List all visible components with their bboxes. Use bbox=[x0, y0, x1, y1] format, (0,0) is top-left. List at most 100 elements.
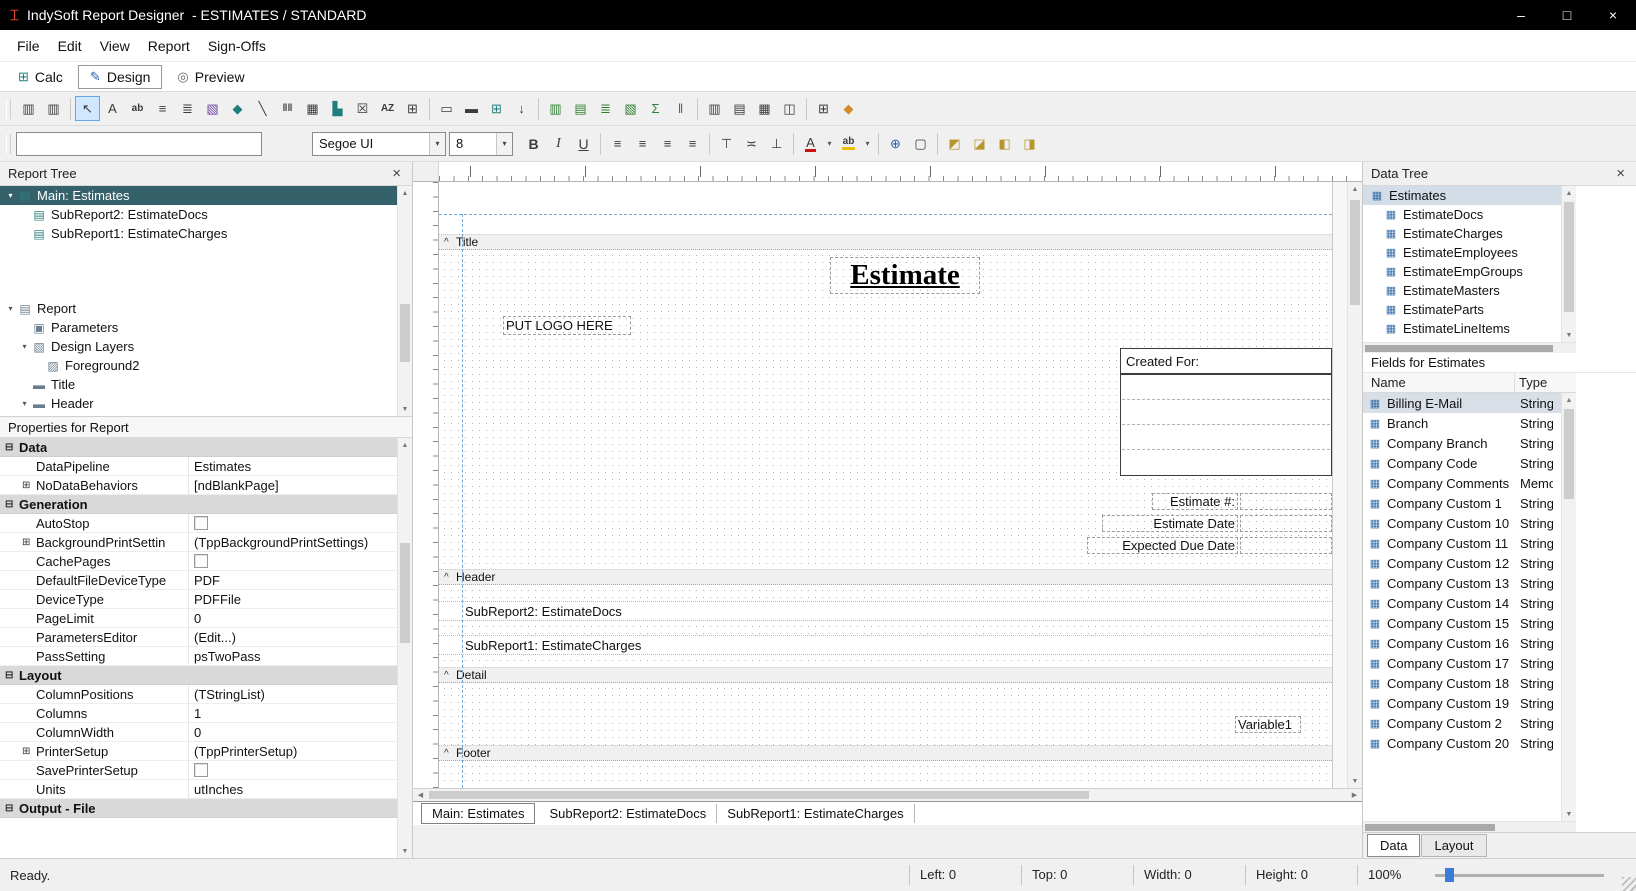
property-row[interactable]: Units utInches bbox=[0, 780, 397, 799]
property-row[interactable]: DefaultFileDeviceType PDF bbox=[0, 571, 397, 590]
estimate-number-field[interactable] bbox=[1240, 493, 1332, 510]
property-row[interactable]: ColumnWidth 0 bbox=[0, 723, 397, 742]
property-value[interactable] bbox=[188, 552, 397, 570]
dbbarcode-tool-icon[interactable]: ‖ bbox=[668, 96, 693, 121]
select-tool-icon[interactable]: ↖ bbox=[75, 96, 100, 121]
menu-sign-offs[interactable]: Sign-Offs bbox=[199, 30, 275, 61]
resize-grip[interactable] bbox=[1612, 859, 1636, 891]
created-for-address-box[interactable] bbox=[1120, 374, 1332, 476]
report-tree-toggle-icon[interactable]: ▥ bbox=[702, 96, 727, 121]
property-value[interactable]: (TppBackgroundPrintSettings) bbox=[188, 533, 397, 551]
tree-title[interactable]: ▬ Title bbox=[0, 375, 397, 394]
property-value[interactable]: PDFFile bbox=[188, 590, 397, 608]
chevron-down-icon[interactable]: ▾ bbox=[4, 191, 17, 200]
dbtext-tool-icon[interactable]: ▥ bbox=[543, 96, 568, 121]
scroll-down-icon[interactable]: ▼ bbox=[398, 844, 412, 858]
zoom-slider-handle[interactable] bbox=[1445, 868, 1454, 882]
maximize-button[interactable]: □ bbox=[1544, 0, 1590, 30]
bring-to-front-button[interactable]: ◩ bbox=[942, 131, 967, 156]
field-row[interactable]: ▦ Company Custom 17 String bbox=[1363, 653, 1561, 673]
scroll-up-icon[interactable]: ▲ bbox=[398, 186, 412, 200]
field-row[interactable]: ▦ Company Custom 18 String bbox=[1363, 673, 1561, 693]
barcode-2d-tool-icon[interactable]: ▦ bbox=[300, 96, 325, 121]
highlight-color-button[interactable]: ab bbox=[836, 131, 861, 156]
property-row[interactable]: ⊟ Generation bbox=[0, 495, 397, 514]
memo-tool-icon[interactable]: ≡ bbox=[150, 96, 175, 121]
table-estimateemployees[interactable]: ▦ EstimateEmployees bbox=[1363, 243, 1561, 262]
field-row[interactable]: ▦ Company Comments Memo bbox=[1363, 473, 1561, 493]
tab-layout[interactable]: Layout bbox=[1421, 834, 1486, 857]
align-top-button[interactable]: ⊤ bbox=[714, 131, 739, 156]
scrollbar-thumb[interactable] bbox=[1564, 409, 1574, 499]
header-band[interactable] bbox=[439, 585, 1332, 601]
expected-due-date-label[interactable]: Expected Due Date bbox=[1087, 537, 1238, 554]
table-estimatemasters[interactable]: ▦ EstimateMasters bbox=[1363, 281, 1561, 300]
tree-parameters[interactable]: ▣ Parameters bbox=[0, 318, 397, 337]
hyperlink-button[interactable]: ⊕ bbox=[883, 131, 908, 156]
tree-subreport2-estimatedocs[interactable]: ▤ SubReport2: EstimateDocs bbox=[0, 205, 397, 224]
footer-band-header[interactable]: ^ Footer bbox=[439, 745, 1332, 761]
tree-main-estimates[interactable]: ▾ ▤ Main: Estimates bbox=[0, 186, 397, 205]
field-row[interactable]: ▦ Company Custom 13 String bbox=[1363, 573, 1561, 593]
scrollbar-thumb[interactable] bbox=[1365, 824, 1495, 831]
tree-subreport1-estimatecharges[interactable]: ▤ SubReport1: EstimateCharges bbox=[0, 224, 397, 243]
property-value[interactable]: utInches bbox=[188, 780, 397, 798]
property-value[interactable] bbox=[188, 514, 397, 532]
menu-file[interactable]: File bbox=[8, 30, 49, 61]
field-row[interactable]: ▦ Company Custom 19 String bbox=[1363, 693, 1561, 713]
property-row[interactable]: ParametersEditor (Edit...) bbox=[0, 628, 397, 647]
menu-view[interactable]: View bbox=[91, 30, 139, 61]
column-header-type[interactable]: Type bbox=[1515, 373, 1553, 392]
property-row[interactable]: ⊞ BackgroundPrintSettin (TppBackgroundPr… bbox=[0, 533, 397, 552]
property-value[interactable]: (Edit...) bbox=[188, 628, 397, 646]
font-color-dropdown[interactable]: ▾ bbox=[823, 131, 836, 156]
send-to-back-button[interactable]: ◪ bbox=[967, 131, 992, 156]
object-selector-input[interactable] bbox=[16, 132, 262, 156]
align-justify-button[interactable]: ≡ bbox=[680, 131, 705, 156]
subreport-tool-icon[interactable]: ▬ bbox=[459, 96, 484, 121]
tab-design[interactable]: ✎ Design bbox=[78, 65, 163, 89]
scroll-up-icon[interactable]: ▲ bbox=[398, 438, 412, 452]
tab-data[interactable]: Data bbox=[1367, 834, 1420, 857]
move-backward-button[interactable]: ◨ bbox=[1017, 131, 1042, 156]
close-icon[interactable]: × bbox=[1613, 165, 1628, 182]
tree-header[interactable]: ▾ ▬ Header bbox=[0, 394, 397, 413]
table-estimatelineitems[interactable]: ▦ EstimateLineItems bbox=[1363, 319, 1561, 338]
property-row[interactable]: PassSetting psTwoPass bbox=[0, 647, 397, 666]
property-row[interactable]: DataPipeline Estimates bbox=[0, 457, 397, 476]
field-row[interactable]: ▦ Company Custom 1 String bbox=[1363, 493, 1561, 513]
table-estimateempgroups[interactable]: ▦ EstimateEmpGroups bbox=[1363, 262, 1561, 281]
checkbox-tool-icon[interactable]: ☒ bbox=[350, 96, 375, 121]
barcode-tool-icon[interactable]: ‖‖ bbox=[275, 96, 300, 121]
expand-icon[interactable]: ⊞ bbox=[22, 480, 36, 491]
field-row[interactable]: ▦ Company Custom 15 String bbox=[1363, 613, 1561, 633]
field-row[interactable]: ▦ Company Branch String bbox=[1363, 433, 1561, 453]
align-bottom-button[interactable]: ⊥ bbox=[764, 131, 789, 156]
chevron-down-icon[interactable]: ▾ bbox=[18, 399, 31, 408]
region-tool-icon[interactable]: ▭ bbox=[434, 96, 459, 121]
pagebreak-tool-icon[interactable]: ↓ bbox=[509, 96, 534, 121]
scrollbar-thumb[interactable] bbox=[1350, 200, 1360, 305]
scroll-right-icon[interactable]: ▶ bbox=[1347, 789, 1362, 801]
title-band-header[interactable]: ^ Title bbox=[439, 234, 1332, 250]
title-band[interactable]: Estimate PUT LOGO HERE Created For: Esti… bbox=[439, 250, 1332, 569]
page-setup-icon[interactable]: ◫ bbox=[777, 96, 802, 121]
align-right-button[interactable]: ≡ bbox=[655, 131, 680, 156]
field-row[interactable]: ▦ Company Custom 20 String bbox=[1363, 733, 1561, 753]
canvas-tab-subreport2[interactable]: SubReport2: EstimateDocs bbox=[539, 804, 717, 823]
header-band-header[interactable]: ^ Header bbox=[439, 569, 1332, 585]
property-value[interactable] bbox=[96, 799, 397, 817]
property-value[interactable]: [ndBlankPage] bbox=[188, 476, 397, 494]
estimate-number-label[interactable]: Estimate #: bbox=[1152, 493, 1238, 510]
font-color-button[interactable]: A bbox=[798, 131, 823, 156]
chevron-down-icon[interactable]: ▾ bbox=[4, 304, 17, 313]
collapse-caret-icon[interactable]: ^ bbox=[439, 670, 453, 681]
align-middle-button[interactable]: ≍ bbox=[739, 131, 764, 156]
zoom-slider[interactable] bbox=[1427, 865, 1612, 885]
richtext-tool-icon[interactable]: ≣ bbox=[175, 96, 200, 121]
chart-tool-icon[interactable]: ▙ bbox=[325, 96, 350, 121]
estimate-date-label[interactable]: Estimate Date bbox=[1102, 515, 1238, 532]
field-row[interactable]: ▦ Company Custom 16 String bbox=[1363, 633, 1561, 653]
property-value[interactable] bbox=[88, 495, 397, 513]
scrollbar-thumb[interactable] bbox=[429, 791, 1089, 799]
